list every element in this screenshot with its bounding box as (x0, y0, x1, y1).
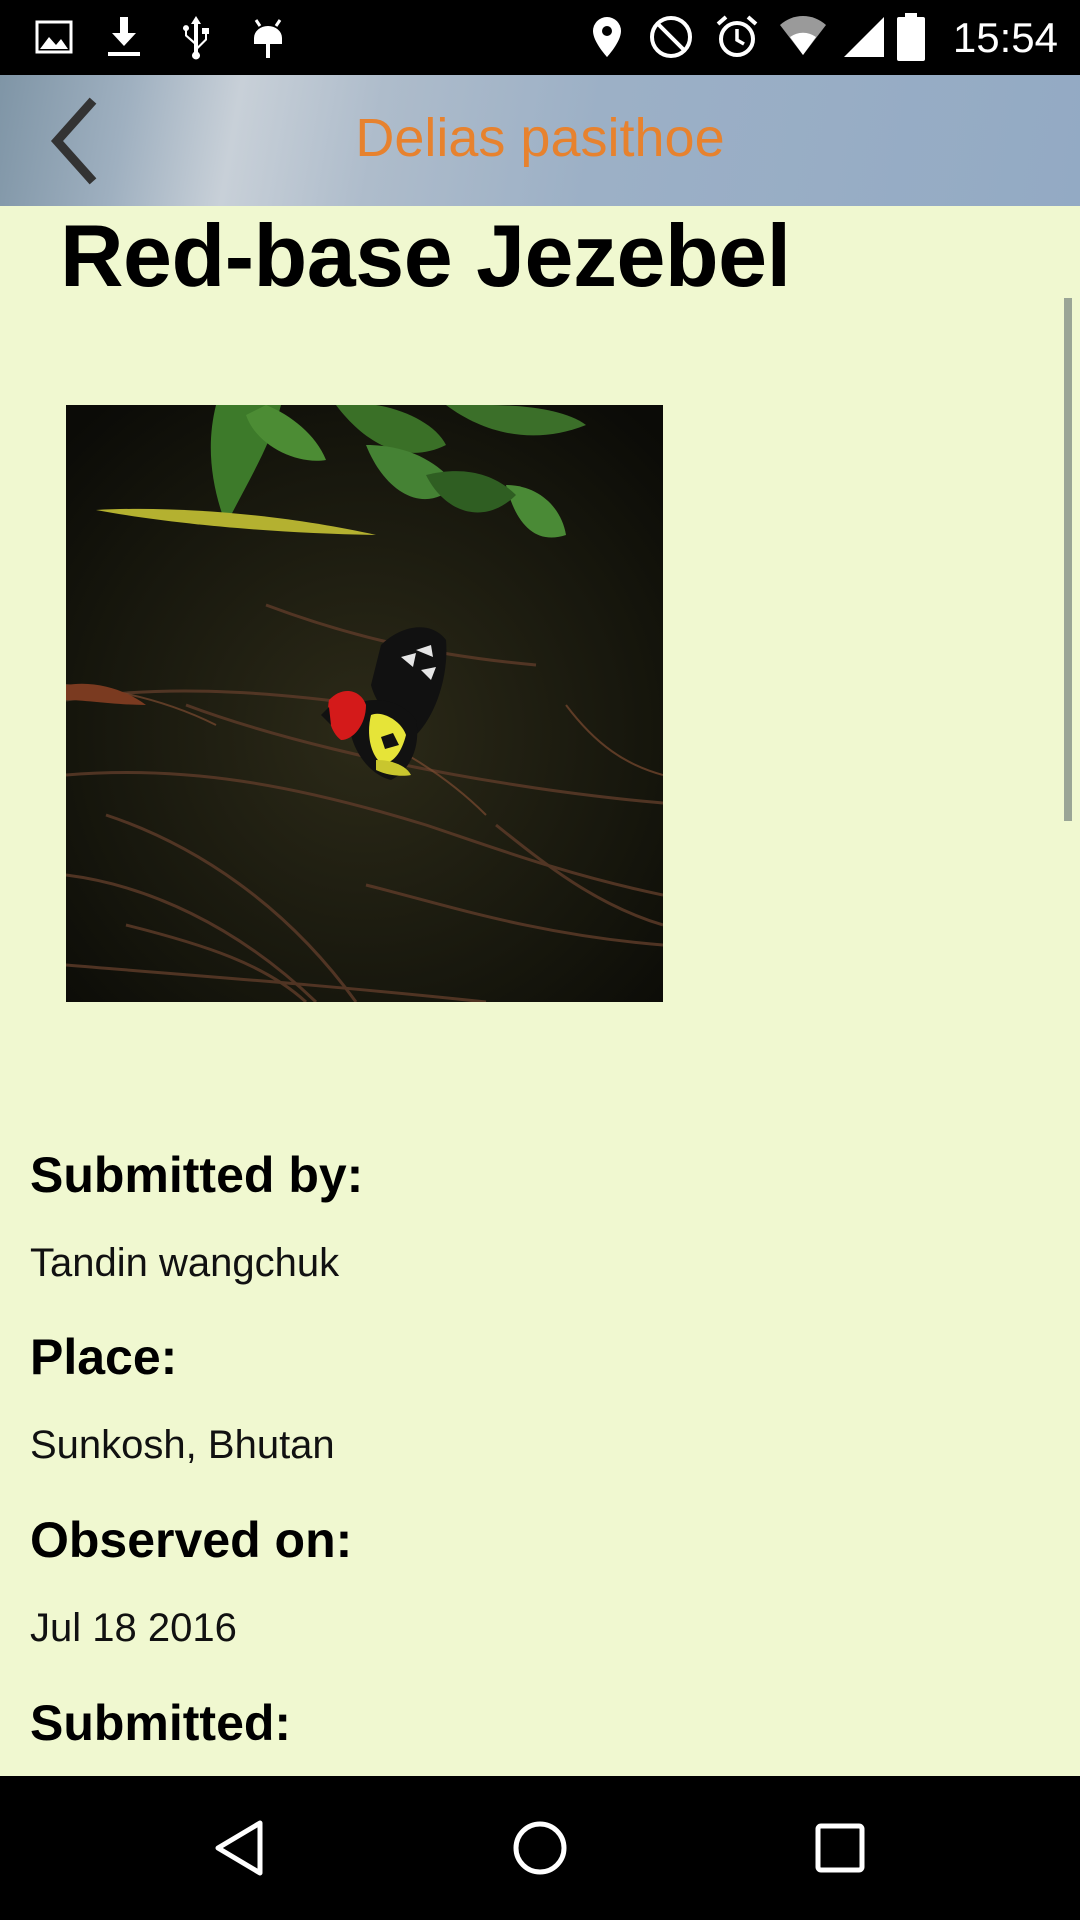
app-bar: Delias pasithoe (0, 75, 1080, 206)
species-detail[interactable]: Red-base Jezebel Submitted by: Tandin wa… (0, 206, 1080, 1776)
nav-home-button[interactable] (480, 1776, 600, 1920)
status-bar: 15:54 (0, 0, 1080, 75)
submitted-by-label: Submitted by: (30, 1147, 364, 1203)
nav-back-button[interactable] (180, 1776, 300, 1920)
android-debug-icon (250, 12, 286, 62)
observed-on-label: Observed on: (30, 1512, 353, 1568)
navigation-bar (0, 1776, 1080, 1920)
home-circle-icon (513, 1821, 567, 1875)
butterfly-photo-image (66, 405, 663, 1002)
alarm-icon (714, 12, 760, 62)
wifi-icon (778, 12, 828, 62)
battery-icon (896, 12, 926, 62)
location-icon (590, 12, 624, 62)
do-not-disturb-icon (648, 12, 694, 62)
nav-recents-button[interactable] (780, 1776, 900, 1920)
place-value: Sunkosh, Bhutan (30, 1423, 335, 1467)
app-bar-title: Delias pasithoe (355, 108, 725, 168)
submitted-label: Submitted: (30, 1695, 292, 1751)
download-icon (104, 12, 144, 62)
species-photo[interactable] (66, 405, 663, 1002)
observed-on-value: Jul 18 2016 (30, 1606, 237, 1650)
submitted-by-value: Tandin wangchuk (30, 1241, 340, 1285)
species-common-name: Red-base Jezebel (60, 206, 791, 305)
recents-square-icon (815, 1823, 865, 1873)
status-time: 15:54 (952, 14, 1058, 61)
back-triangle-icon (215, 1820, 263, 1876)
usb-icon (178, 12, 214, 62)
image-icon (34, 12, 74, 62)
signal-icon (842, 12, 886, 62)
place-label: Place: (30, 1329, 178, 1385)
scrollbar-thumb[interactable] (1064, 298, 1072, 821)
